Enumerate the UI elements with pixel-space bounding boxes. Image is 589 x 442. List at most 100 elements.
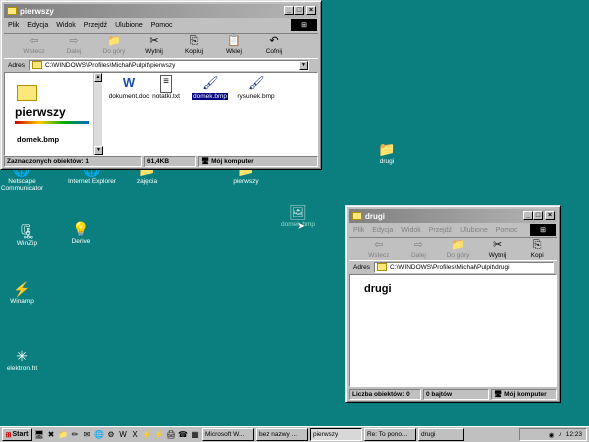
quicklaunch-icon-14[interactable]: ▦: [190, 430, 200, 440]
quicklaunch-icon-4[interactable]: ✏: [70, 430, 80, 440]
minimize-button[interactable]: _: [284, 6, 294, 15]
menu-plik[interactable]: Plik: [353, 227, 364, 234]
maximize-button[interactable]: □: [533, 211, 543, 220]
menu-bar: Plik Edycja Widok Przejdź Ulubione Pomoc: [4, 19, 173, 31]
address-field[interactable]: C:\WINDOWS\Profiles\Michał\Pulpit\pierws…: [28, 59, 309, 71]
window-drugi[interactable]: drugi _ □ × Plik Edycja Widok Przejdź Ul…: [345, 205, 561, 403]
task-button-drugi[interactable]: drugi: [418, 428, 464, 441]
menu-przejdz[interactable]: Przejdź: [429, 227, 452, 234]
copy-label: Kopiuj: [184, 48, 204, 55]
quicklaunch-icon-5[interactable]: ✉: [82, 430, 92, 440]
task-button-paint[interactable]: bez nazwy ...: [256, 428, 308, 441]
menu-edycja[interactable]: Edycja: [372, 227, 393, 234]
tray-icon[interactable]: ♪: [558, 431, 561, 438]
status-size: 61,4KB: [144, 156, 196, 167]
up-label: Do góry: [446, 252, 470, 259]
lightbulb-icon: 💡: [72, 220, 90, 237]
quicklaunch-icon-13[interactable]: ☎: [178, 430, 188, 440]
computer-icon: 🖥: [201, 158, 210, 165]
copy-icon: ⎘: [532, 239, 542, 251]
close-button[interactable]: ×: [306, 6, 316, 15]
minimize-button[interactable]: _: [523, 211, 533, 220]
paint-icon: 🖌: [202, 75, 219, 90]
title-bar[interactable]: pierwszy _ □ ×: [4, 4, 318, 18]
desktop-icon-label: pierwszy: [233, 178, 259, 185]
menu-widok[interactable]: Widok: [56, 22, 75, 29]
menu-ulubione[interactable]: Ulubione: [460, 227, 488, 234]
window-pierwszy[interactable]: pierwszy _ □ × Plik Edycja Widok Przejdź…: [0, 0, 322, 170]
quicklaunch-icon-7[interactable]: ⚙: [106, 430, 116, 440]
back-button[interactable]: ⇦ Wstecz: [359, 238, 399, 259]
back-arrow-icon: ⇦: [374, 239, 384, 251]
copy-button[interactable]: ⎘ Kopiuj: [174, 34, 214, 55]
status-size: 0 bajtów: [423, 389, 489, 400]
address-field[interactable]: C:\WINDOWS\Profiles\Michał\Pulpit\drugi: [373, 261, 554, 273]
menu-pomoc[interactable]: Pomoc: [151, 22, 173, 29]
close-button[interactable]: ×: [545, 211, 555, 220]
back-arrow-icon: ⇦: [29, 35, 39, 47]
file-item[interactable]: 🖌 rysunek.bmp: [231, 75, 281, 100]
winamp-icon: ⚡: [13, 280, 31, 297]
cut-button[interactable]: ✂ Wytnij: [478, 238, 518, 259]
up-button[interactable]: 📁 Do góry: [438, 238, 478, 259]
up-button[interactable]: 📁 Do góry: [94, 34, 134, 55]
quicklaunch-icon-3[interactable]: 📁: [58, 430, 68, 440]
menu-plik[interactable]: Plik: [8, 22, 19, 29]
content-area: pierwszy domek.bmp ▲ ▼ W dokument.doc ≡ …: [4, 72, 318, 156]
scroll-up-icon[interactable]: ▲: [94, 73, 102, 82]
clock[interactable]: 12:23: [566, 431, 582, 438]
quicklaunch-icon-12[interactable]: 🖨: [166, 430, 176, 440]
panel-scrollbar[interactable]: ▲ ▼: [93, 73, 103, 155]
paste-button[interactable]: 📋 Wklej: [214, 34, 254, 55]
quicklaunch-icon-8[interactable]: W: [118, 430, 128, 440]
task-label: drugi: [421, 431, 436, 438]
scissors-icon: ✂: [149, 35, 159, 47]
divider-gradient: [15, 121, 89, 124]
copy-label: Kopi: [530, 252, 544, 259]
folder-icon: 📁: [378, 140, 396, 157]
tray-icon[interactable]: ◉: [549, 431, 555, 439]
menu-ulubione[interactable]: Ulubione: [115, 22, 143, 29]
address-bar: Adres C:\WINDOWS\Profiles\Michał\Pulpit\…: [4, 59, 318, 71]
task-button-email[interactable]: Re: To pono...: [364, 428, 416, 441]
menu-pomoc[interactable]: Pomoc: [496, 227, 518, 234]
menu-przejdz[interactable]: Przejdź: [84, 22, 107, 29]
desktop-icon-winamp[interactable]: ⚡ Winamp: [0, 280, 52, 306]
file-name: rysunek.bmp: [237, 93, 275, 100]
status-zone-label: Mój komputer: [211, 158, 254, 165]
task-button-pierwszy[interactable]: pierwszy: [310, 428, 362, 441]
desktop-icon-drugi[interactable]: 📁 drugi: [357, 140, 417, 166]
quicklaunch-icon-2[interactable]: ✖: [46, 430, 56, 440]
task-button-word[interactable]: Microsoft W...: [202, 428, 254, 441]
up-label: Do góry: [102, 48, 126, 55]
task-label: pierwszy: [313, 431, 339, 438]
taskbar: ⊞ Start 🖥 ✖ 📁 ✏ ✉ 🌐 ⚙ W X ⚡ ⚡ 🖨 ☎ ▦ Micr…: [0, 426, 589, 442]
dropdown-arrow-icon[interactable]: ▼: [298, 60, 308, 70]
back-button[interactable]: ⇦ Wstecz: [14, 34, 54, 55]
copy-button[interactable]: ⎘ Kopi: [517, 238, 557, 259]
start-button[interactable]: ⊞ Start: [2, 428, 32, 441]
scroll-down-icon[interactable]: ▼: [94, 146, 103, 155]
quicklaunch-icon-1[interactable]: 🖥: [34, 430, 44, 440]
panel-selected-name: domek.bmp: [17, 135, 60, 144]
desktop-icon-elektron[interactable]: ✳ elektron.ht: [0, 347, 52, 373]
desktop-icon-winzip[interactable]: 🗜 WinZip: [0, 222, 57, 248]
title-bar[interactable]: drugi _ □ ×: [349, 209, 557, 223]
cut-button[interactable]: ✂ Wytnij: [134, 34, 174, 55]
quicklaunch-icon-9[interactable]: X: [130, 430, 140, 440]
undo-label: Cofnij: [265, 48, 283, 55]
quicklaunch-icon-6[interactable]: 🌐: [94, 430, 104, 440]
quicklaunch-icon-11[interactable]: ⚡: [154, 430, 164, 440]
maximize-button[interactable]: □: [294, 6, 304, 15]
file-item-selected[interactable]: 🖌 domek.bmp: [185, 75, 235, 100]
menu-edycja[interactable]: Edycja: [27, 22, 48, 29]
forward-button[interactable]: ⇨ Dalej: [54, 34, 94, 55]
quicklaunch-icon-10[interactable]: ⚡: [142, 430, 152, 440]
menu-widok[interactable]: Widok: [401, 227, 420, 234]
desktop-icon-derive[interactable]: 💡 Derive: [51, 220, 111, 246]
cut-label: Wytnij: [488, 252, 507, 259]
undo-button[interactable]: ↶ Cofnij: [254, 34, 294, 55]
forward-button[interactable]: ⇨ Dalej: [399, 238, 439, 259]
cut-label: Wytnij: [145, 48, 163, 55]
file-item[interactable]: ≡ notatki.txt: [141, 75, 191, 100]
